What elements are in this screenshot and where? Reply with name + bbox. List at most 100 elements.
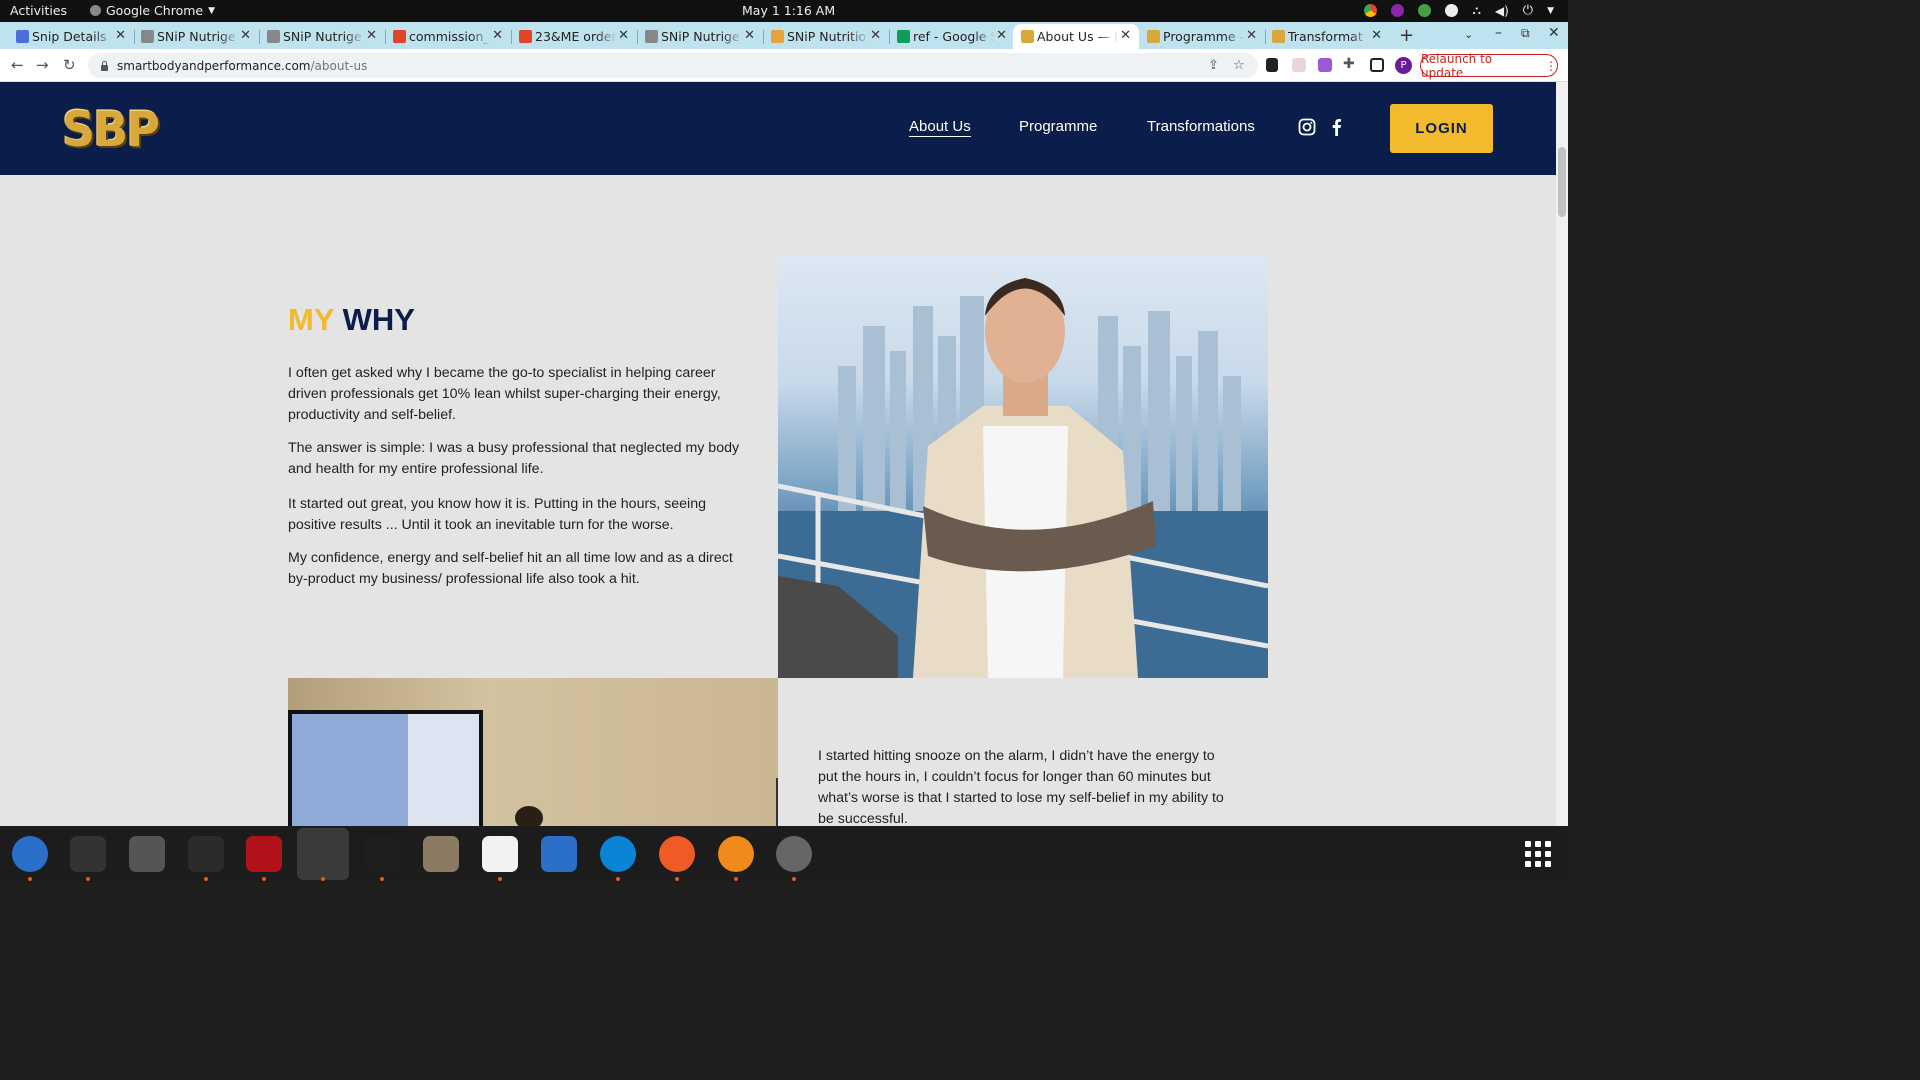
tab-close-icon[interactable]: ✕ — [870, 28, 881, 43]
extension-tray-icon[interactable] — [1391, 4, 1405, 17]
facebook-icon[interactable] — [1330, 118, 1342, 140]
extensions-puzzle-icon[interactable]: ✚ — [1343, 56, 1355, 72]
new-tab-button[interactable]: + — [1399, 25, 1414, 46]
nav-programme[interactable]: Programme — [1019, 118, 1097, 135]
activities-button[interactable]: Activities — [10, 3, 67, 18]
tab-label: Transformat — [1288, 29, 1363, 44]
tab-close-icon[interactable]: ✕ — [744, 28, 755, 43]
login-button[interactable]: LOGIN — [1390, 104, 1493, 153]
tab-5[interactable]: SNiP Nutrige ✕ — [645, 24, 755, 49]
paragraph-right: I started hitting snooze on the alarm, I… — [818, 748, 1224, 826]
chrome-tray-icon[interactable] — [1364, 4, 1378, 17]
tab-close-icon[interactable]: ✕ — [1371, 28, 1382, 43]
tab-close-icon[interactable]: ✕ — [618, 28, 629, 43]
scrollbar-thumb[interactable] — [1558, 147, 1566, 217]
nav-transformations[interactable]: Transformations — [1147, 118, 1255, 135]
tab-close-icon[interactable]: ✕ — [115, 28, 126, 43]
calendar-extension-icon[interactable] — [1292, 58, 1306, 72]
tab-4[interactable]: 23&ME order ✕ — [519, 24, 629, 49]
show-apps-icon[interactable] — [1525, 841, 1551, 867]
terminal-icon[interactable] — [70, 836, 106, 872]
side-panel-icon[interactable] — [1370, 58, 1384, 72]
tab-0[interactable]: Snip Details - ✕ — [16, 24, 126, 49]
tab-close-icon[interactable]: ✕ — [1120, 28, 1131, 43]
running-indicator — [734, 877, 738, 881]
chevron-down-icon[interactable]: ▼ — [1547, 6, 1554, 16]
portrait-photo — [778, 256, 1268, 678]
app-menu[interactable]: Google Chrome ▼ — [90, 3, 215, 18]
lock-icon[interactable] — [100, 60, 109, 71]
nav-about-us[interactable]: About Us — [909, 118, 971, 137]
tab-search-icon[interactable]: ⌄ — [1464, 28, 1473, 41]
event-photo — [288, 678, 778, 826]
minimize-button[interactable]: – — [1495, 25, 1502, 41]
tab-3[interactable]: commission_ ✕ — [393, 24, 503, 49]
disks-icon[interactable] — [776, 836, 812, 872]
vscode-icon[interactable] — [364, 836, 400, 872]
sbp-logo[interactable]: SBP — [62, 101, 160, 158]
firefox-icon[interactable] — [718, 836, 754, 872]
libreoffice-writer-icon[interactable] — [541, 836, 577, 872]
network-icon[interactable]: ⛬ — [1472, 3, 1480, 18]
power-icon[interactable]: ⏻ — [1523, 3, 1533, 18]
text-editor-icon[interactable] — [482, 836, 518, 872]
thunderbird-icon[interactable] — [12, 836, 48, 872]
tab-7[interactable]: ref - Google S ✕ — [897, 24, 1007, 49]
x-tray-icon[interactable] — [1445, 4, 1459, 17]
tab-separator — [637, 30, 638, 44]
kebab-menu-icon[interactable]: ⋮ — [1545, 59, 1557, 73]
calculator-icon[interactable] — [129, 836, 165, 872]
tab-favicon-icon — [16, 30, 29, 43]
tab-close-icon[interactable]: ✕ — [240, 28, 251, 43]
tab-8[interactable]: About Us — I ✕ — [1013, 24, 1139, 49]
postman-icon[interactable] — [659, 836, 695, 872]
page-scrollbar[interactable] — [1556, 82, 1568, 826]
caret-down-icon: ▼ — [208, 5, 216, 16]
restore-button[interactable]: ⧉ — [1521, 26, 1530, 41]
running-indicator — [675, 877, 679, 881]
tab-close-icon[interactable]: ✕ — [366, 28, 377, 43]
tab-label: ref - Google S — [913, 29, 995, 44]
tab-favicon-icon — [1272, 30, 1285, 43]
chrome-icon[interactable] — [305, 836, 341, 872]
tab-close-icon[interactable]: ✕ — [996, 28, 1007, 43]
tab-close-icon[interactable]: ✕ — [1246, 28, 1257, 43]
close-window-button[interactable]: ✕ — [1548, 25, 1560, 41]
tab-separator — [385, 30, 386, 44]
app-menu-label: Google Chrome — [106, 3, 204, 18]
back-button[interactable]: ← — [11, 56, 24, 74]
filezilla-icon[interactable] — [246, 836, 282, 872]
relaunch-button[interactable]: Relaunch to update ⋮ — [1420, 51, 1558, 80]
relaunch-label: Relaunch to update — [1421, 51, 1493, 80]
instagram-icon[interactable] — [1298, 118, 1316, 140]
tab-9[interactable]: Programme - ✕ — [1147, 24, 1257, 49]
url-path: /about-us — [310, 58, 368, 73]
tab-6[interactable]: SNiP Nutritio ✕ — [771, 24, 881, 49]
skype-icon[interactable] — [600, 836, 636, 872]
system-tray[interactable]: ⛬ ◀) ⏻ ▼ — [1364, 3, 1554, 18]
tab-separator — [259, 30, 260, 44]
profile-avatar-icon[interactable]: P — [1395, 57, 1412, 74]
files-icon[interactable] — [423, 836, 459, 872]
eyedropper-extension-icon[interactable] — [1266, 58, 1278, 72]
system-monitor-icon[interactable] — [188, 836, 224, 872]
tab-2[interactable]: SNiP Nutrige ✕ — [267, 24, 377, 49]
running-indicator — [380, 877, 384, 881]
clock[interactable]: May 1 1:16 AM — [742, 3, 835, 18]
tab-10[interactable]: Transformat ✕ — [1272, 24, 1382, 49]
address-bar[interactable]: smartbodyandperformance.com/about-us — [88, 53, 1258, 78]
reload-button[interactable]: ↻ — [63, 56, 76, 74]
forward-button[interactable]: → — [36, 56, 49, 74]
tab-favicon-icon — [645, 30, 658, 43]
pen-extension-icon[interactable] — [1318, 58, 1332, 72]
update-tray-icon[interactable] — [1418, 4, 1432, 17]
share-icon[interactable]: ⇪ — [1208, 58, 1219, 73]
system-top-bar: Activities Google Chrome ▼ May 1 1:16 AM… — [0, 0, 1568, 22]
bookmark-star-icon[interactable]: ☆ — [1233, 58, 1245, 73]
tab-1[interactable]: SNiP Nutrige ✕ — [141, 24, 251, 49]
tab-label: commission_ — [409, 29, 490, 44]
tab-close-icon[interactable]: ✕ — [492, 28, 503, 43]
paragraph-3: It started out great, you know how it is… — [288, 496, 706, 533]
volume-icon[interactable]: ◀) — [1495, 4, 1509, 18]
tab-separator — [763, 30, 764, 44]
